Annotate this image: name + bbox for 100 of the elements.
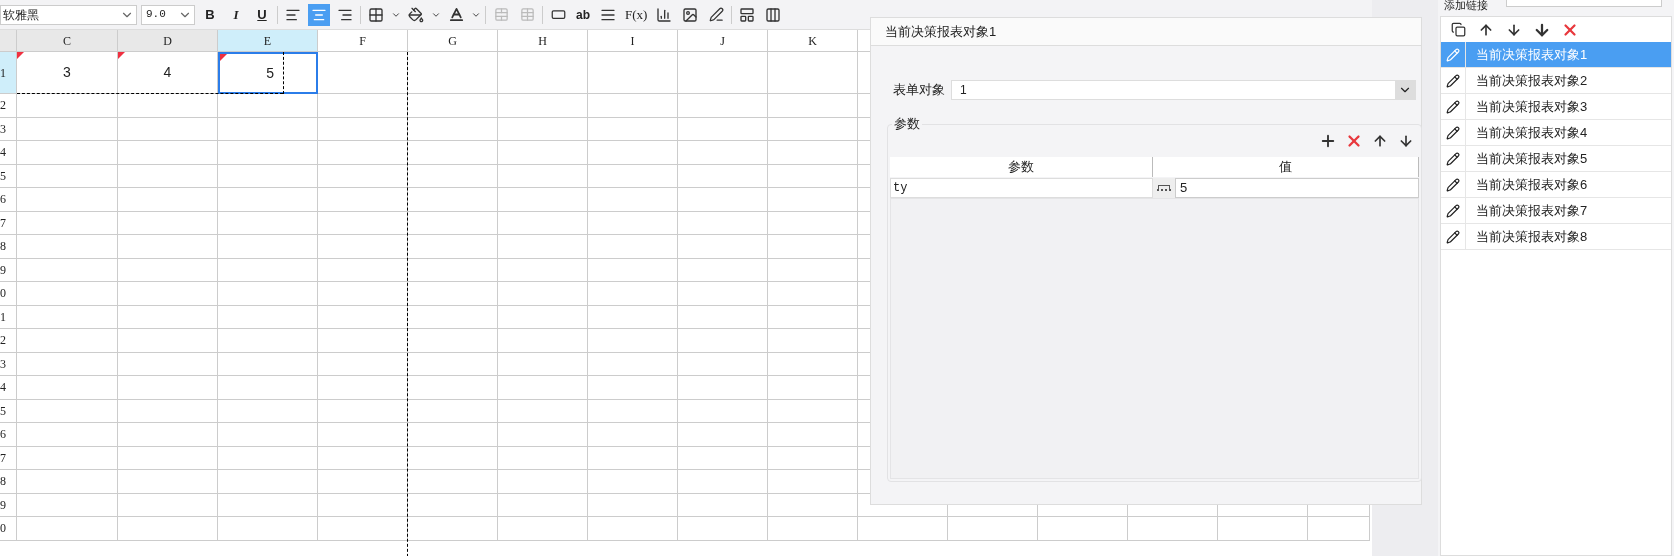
- row-header[interactable]: 6: [0, 188, 17, 212]
- row-header[interactable]: 0: [0, 517, 17, 541]
- table-cell[interactable]: [588, 517, 678, 541]
- table-cell[interactable]: [588, 329, 678, 353]
- table-cell[interactable]: [678, 52, 768, 94]
- column-header[interactable]: G: [408, 30, 498, 52]
- row-header[interactable]: 3: [0, 352, 17, 376]
- table-cell[interactable]: [768, 329, 858, 353]
- table-cell[interactable]: [408, 235, 498, 259]
- row-header[interactable]: 9: [0, 493, 17, 517]
- table-cell[interactable]: [17, 235, 118, 259]
- table-cell[interactable]: [768, 376, 858, 400]
- table-cell[interactable]: [318, 305, 408, 329]
- table-cell[interactable]: [498, 188, 588, 212]
- table-cell[interactable]: [118, 399, 218, 423]
- table-cell[interactable]: [17, 470, 118, 494]
- row-header[interactable]: 4: [0, 141, 17, 165]
- form-select[interactable]: 1: [951, 80, 1416, 100]
- table-cell[interactable]: [588, 399, 678, 423]
- table-cell[interactable]: [678, 470, 768, 494]
- table-cell[interactable]: [218, 188, 318, 212]
- table-cell[interactable]: [408, 399, 498, 423]
- row-header[interactable]: 1: [0, 305, 17, 329]
- text-button[interactable]: ab: [573, 5, 593, 24]
- table-cell[interactable]: [678, 329, 768, 353]
- table-cell[interactable]: [318, 399, 408, 423]
- table-cell[interactable]: [408, 376, 498, 400]
- table-cell[interactable]: [218, 352, 318, 376]
- table-cell[interactable]: [498, 352, 588, 376]
- table-cell[interactable]: [408, 94, 498, 118]
- table-cell[interactable]: [218, 470, 318, 494]
- table-cell[interactable]: [678, 423, 768, 447]
- row-header[interactable]: 8: [0, 235, 17, 259]
- table-cell[interactable]: [408, 282, 498, 306]
- table-cell[interactable]: [218, 117, 318, 141]
- table-cell[interactable]: [498, 258, 588, 282]
- row-header[interactable]: 2: [0, 329, 17, 353]
- list-item[interactable]: 当前决策报表对象2: [1441, 68, 1671, 94]
- table-cell[interactable]: [318, 188, 408, 212]
- table-cell[interactable]: [768, 52, 858, 94]
- table-cell[interactable]: [318, 235, 408, 259]
- table-cell[interactable]: [948, 517, 1038, 541]
- table-cell[interactable]: [588, 52, 678, 94]
- table-cell[interactable]: [678, 493, 768, 517]
- table-cell[interactable]: [318, 164, 408, 188]
- table-cell[interactable]: [768, 188, 858, 212]
- table-cell[interactable]: [678, 399, 768, 423]
- table-cell[interactable]: [118, 141, 218, 165]
- table-cell[interactable]: [768, 470, 858, 494]
- column-header[interactable]: D: [118, 30, 218, 52]
- table-cell[interactable]: [318, 329, 408, 353]
- row-header[interactable]: 8: [0, 470, 17, 494]
- table-cell[interactable]: [678, 352, 768, 376]
- row-header[interactable]: 3: [0, 117, 17, 141]
- table-cell[interactable]: [588, 423, 678, 447]
- table-cell[interactable]: [678, 282, 768, 306]
- table-cell[interactable]: [118, 235, 218, 259]
- table-cell[interactable]: [218, 235, 318, 259]
- column-header[interactable]: H: [498, 30, 588, 52]
- link-field[interactable]: [1506, 0, 1662, 7]
- table-cell[interactable]: [408, 211, 498, 235]
- table-cell[interactable]: [678, 94, 768, 118]
- table-cell[interactable]: [17, 211, 118, 235]
- table-cell[interactable]: [498, 282, 588, 306]
- table-cell[interactable]: [408, 117, 498, 141]
- table-cell[interactable]: [408, 352, 498, 376]
- column-header[interactable]: I: [588, 30, 678, 52]
- table-cell[interactable]: [678, 117, 768, 141]
- table-cell[interactable]: [218, 141, 318, 165]
- table-cell[interactable]: [408, 305, 498, 329]
- table-cell[interactable]: [408, 258, 498, 282]
- table-cell[interactable]: [408, 446, 498, 470]
- table-cell[interactable]: [408, 517, 498, 541]
- table-cell[interactable]: [678, 164, 768, 188]
- table-cell[interactable]: [588, 305, 678, 329]
- table-cell[interactable]: [1218, 517, 1308, 541]
- table-cell[interactable]: [218, 211, 318, 235]
- table-cell[interactable]: [118, 423, 218, 447]
- table-cell[interactable]: [218, 399, 318, 423]
- table-cell[interactable]: [17, 164, 118, 188]
- table-cell[interactable]: [768, 305, 858, 329]
- table-cell[interactable]: [118, 352, 218, 376]
- table-cell[interactable]: [768, 517, 858, 541]
- table-cell[interactable]: [1308, 517, 1370, 541]
- table-cell[interactable]: [588, 188, 678, 212]
- table-cell[interactable]: [498, 470, 588, 494]
- list-item[interactable]: 当前决策报表对象5: [1441, 146, 1671, 172]
- table-cell[interactable]: [498, 376, 588, 400]
- table-cell[interactable]: [588, 258, 678, 282]
- table-cell[interactable]: [118, 470, 218, 494]
- table-cell[interactable]: [17, 94, 118, 118]
- table-cell[interactable]: [318, 258, 408, 282]
- table-cell[interactable]: [768, 141, 858, 165]
- table-cell[interactable]: [588, 211, 678, 235]
- table-cell[interactable]: [118, 305, 218, 329]
- table-cell[interactable]: [498, 517, 588, 541]
- table-cell[interactable]: [218, 446, 318, 470]
- table-cell[interactable]: [318, 52, 408, 94]
- row-header[interactable]: 2: [0, 94, 17, 118]
- underline-button[interactable]: U: [251, 3, 273, 26]
